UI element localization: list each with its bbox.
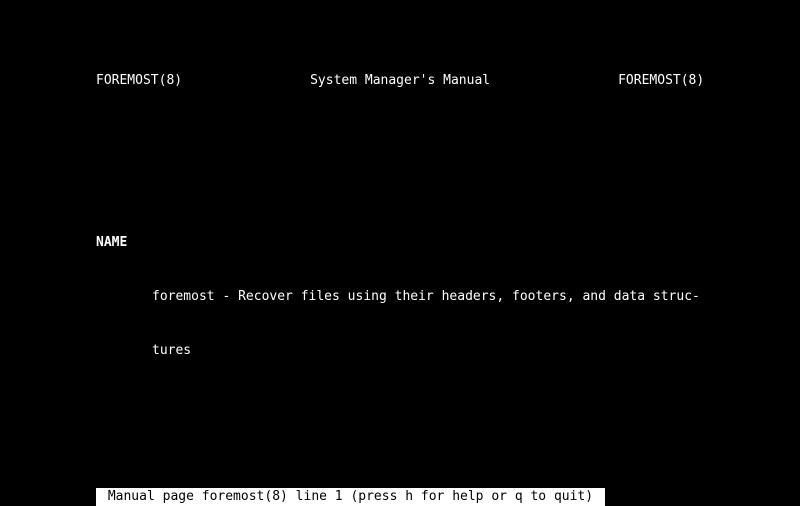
header-center: System Manager's Manual bbox=[310, 73, 490, 88]
manpage-header-row: FOREMOST(8) System Manager's Manual FOREMO… bbox=[0, 72, 800, 90]
header-right: FOREMOST(8) bbox=[618, 73, 704, 88]
name-line1: foremost - Recover files using their hea… bbox=[152, 289, 700, 304]
manpage-content[interactable]: FOREMOST(8) System Manager's Manual FOREMO… bbox=[0, 0, 800, 506]
name-line2: tures bbox=[152, 343, 191, 358]
terminal-screen: FOREMOST(8) System Manager's Manual FOREMO… bbox=[0, 0, 800, 506]
pager-status-bar[interactable]: Manual page foremost(8) line 1 (press h … bbox=[96, 488, 605, 506]
header-left: FOREMOST(8) bbox=[96, 73, 182, 88]
section-heading-name: NAME bbox=[96, 235, 127, 250]
pager-status-text: Manual page foremost(8) line 1 (press h … bbox=[108, 489, 593, 504]
